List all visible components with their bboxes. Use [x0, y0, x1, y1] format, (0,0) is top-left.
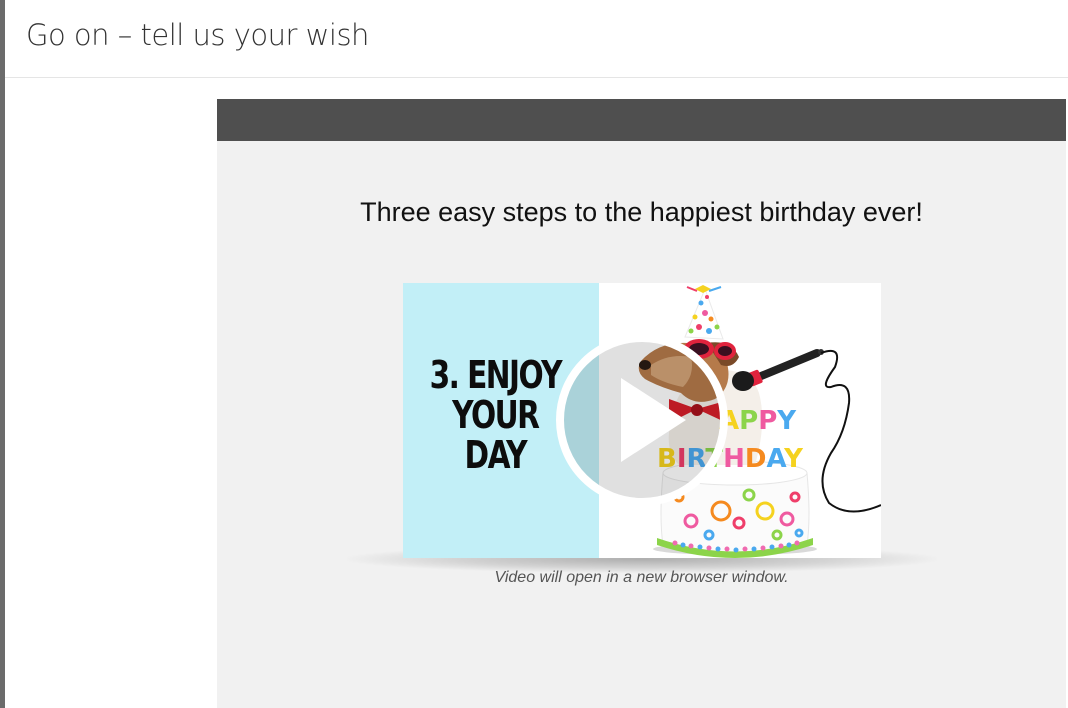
modal-header: Go on – tell us your wish — [5, 0, 1068, 78]
panel-top-bar — [217, 99, 1066, 141]
video-thumbnail[interactable]: 3. ENJOY YOUR DAY APPY HDAY — [403, 283, 881, 558]
step-title: 3. ENJOY YOUR DAY — [429, 353, 563, 477]
play-icon[interactable] — [554, 332, 730, 508]
step-line: YOUR — [452, 393, 540, 437]
step-line: 3. ENJOY — [429, 353, 563, 397]
modal-title: Go on – tell us your wish — [26, 18, 369, 52]
content-panel: Three easy steps to the happiest birthda… — [217, 99, 1066, 708]
step-line: DAY — [464, 433, 528, 477]
video-caption: Video will open in a new browser window. — [494, 569, 789, 586]
wish-modal: Go on – tell us your wish Three easy ste… — [5, 0, 1068, 708]
greeting-letters-line-1: APPY — [719, 406, 797, 436]
steps-headline: Three easy steps to the happiest birthda… — [360, 197, 923, 227]
